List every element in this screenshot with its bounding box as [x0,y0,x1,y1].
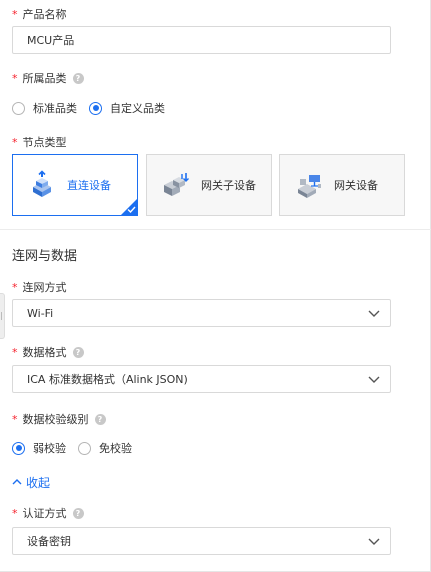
product-name-label-text: 产品名称 [22,8,67,21]
direct-device-label: 直连设备 [67,179,111,192]
section-title-network-data: 连网与数据 [12,248,78,264]
chevron-up-icon [12,479,22,485]
gateway-device-icon [298,175,321,198]
required-mark: * [12,412,18,426]
check-icon [127,206,136,213]
radio-circle[interactable] [12,101,25,115]
gateway-subdevice-icon [164,173,189,196]
collapse-toggle[interactable]: 收起 [12,473,50,491]
checksum-level-help-icon[interactable]: ? [94,413,106,425]
side-resize-handle[interactable] [0,293,5,339]
radio-no-check-label: 免校验 [99,442,132,455]
collapse-toggle-label: 收起 [26,475,51,490]
product-name-value: MCU产品 [27,34,75,47]
category-label-text: 所属品类 [22,72,67,85]
required-mark: * [12,7,18,21]
node-card-gateway-subdevice[interactable]: 网关子设备 [146,154,272,216]
direct-device-icon [33,170,51,197]
network-method-label-text: 连网方式 [22,281,67,294]
radio-circle-selected[interactable] [89,101,102,115]
radio-weak-check-label: 弱校验 [33,442,66,455]
category-help-icon[interactable]: ? [72,72,84,84]
radio-custom-category-label: 自定义品类 [110,102,165,115]
network-method-label: * 连网方式 [12,279,67,295]
checksum-radio-group: 弱校验 免校验 [12,439,144,457]
auth-method-help-icon[interactable]: ? [72,507,84,519]
category-label: * 所属品类 ? [12,70,84,86]
data-format-label-text: 数据格式 [22,346,67,359]
section-divider [0,229,431,230]
node-card-direct-device[interactable]: 直连设备 [12,154,138,216]
checksum-level-label-text: 数据校验级别 [22,413,89,426]
radio-custom-category[interactable]: 自定义品类 [89,100,165,116]
checksum-level-label: * 数据校验级别 ? [12,411,106,427]
data-format-value: ICA 标准数据格式（Alink JSON) [27,373,188,386]
radio-standard-category-label: 标准品类 [33,102,77,115]
auth-method-label-text: 认证方式 [22,507,67,520]
required-mark: * [12,506,18,520]
radio-circle[interactable] [78,441,91,455]
category-radio-group: 标准品类 自定义品类 [12,99,177,117]
radio-standard-category[interactable]: 标准品类 [12,100,77,116]
chevron-down-icon [368,376,380,383]
radio-weak-check[interactable]: 弱校验 [12,440,66,456]
node-card-gateway-device[interactable]: 网关设备 [279,154,405,216]
gateway-subdevice-label: 网关子设备 [201,179,256,192]
network-method-value: Wi-Fi [27,306,54,320]
required-mark: * [12,280,18,294]
chevron-down-icon [368,310,380,317]
radio-no-check[interactable]: 免校验 [78,440,132,456]
radio-circle-selected[interactable] [12,441,25,455]
product-name-input[interactable]: MCU产品 [12,26,391,54]
data-format-select[interactable]: ICA 标准数据格式（Alink JSON) [12,365,391,393]
data-format-help-icon[interactable]: ? [72,346,84,358]
node-type-label: * 节点类型 [12,134,67,150]
required-mark: * [12,135,18,149]
network-method-select[interactable]: Wi-Fi [12,299,391,327]
required-mark: * [12,71,18,85]
node-type-label-text: 节点类型 [22,136,67,149]
auth-method-select[interactable]: 设备密钥 [12,527,391,555]
product-name-label: * 产品名称 [12,6,67,22]
gateway-device-label: 网关设备 [334,179,378,192]
chevron-down-icon [368,538,380,545]
required-mark: * [12,345,18,359]
auth-method-value: 设备密钥 [27,535,71,548]
auth-method-label: * 认证方式 ? [12,505,84,521]
data-format-label: * 数据格式 ? [12,344,84,360]
